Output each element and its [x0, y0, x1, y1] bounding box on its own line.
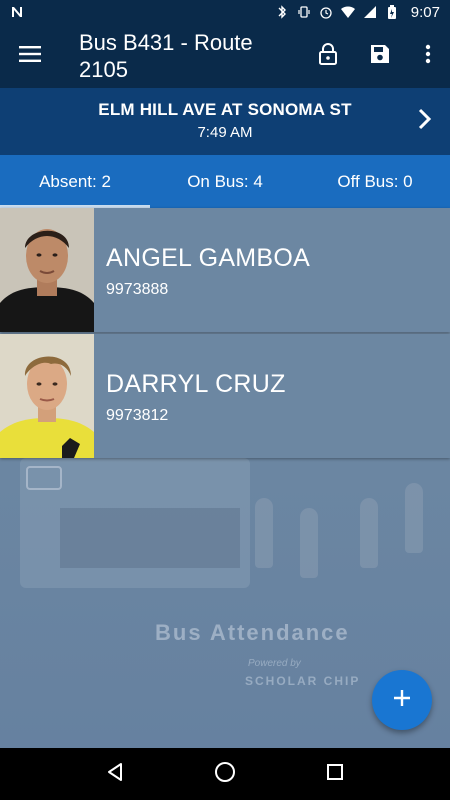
notification-n-icon	[10, 5, 24, 19]
tab-off-bus[interactable]: Off Bus: 0	[300, 155, 450, 208]
alarm-icon	[319, 5, 333, 19]
student-photo	[0, 208, 94, 332]
add-student-button[interactable]	[372, 670, 432, 730]
lock-button[interactable]	[302, 24, 354, 88]
student-id: 9973888	[106, 281, 169, 298]
bus-window-illustration	[60, 508, 240, 568]
student-name: ANGEL GAMBOA	[106, 244, 311, 272]
chevron-right-icon	[418, 108, 432, 135]
bluetooth-icon	[275, 5, 289, 19]
more-options-button[interactable]	[406, 24, 450, 88]
back-button[interactable]	[95, 754, 135, 794]
stop-time: 7:49 AM	[197, 124, 253, 141]
signal-icon	[363, 5, 377, 19]
back-icon	[105, 762, 125, 787]
wifi-icon	[340, 5, 355, 19]
attendance-tabs: Absent: 2 On Bus: 4 Off Bus: 0	[0, 155, 450, 208]
save-icon	[370, 44, 390, 69]
student-silhouette	[360, 498, 378, 568]
tab-on-bus[interactable]: On Bus: 4	[150, 155, 300, 208]
lock-icon	[319, 42, 337, 70]
stop-sign-illustration	[26, 466, 62, 490]
student-silhouette	[300, 508, 318, 578]
vibrate-icon	[297, 5, 311, 19]
recents-icon	[326, 763, 344, 786]
next-stop-button[interactable]	[410, 106, 440, 136]
battery-icon	[385, 5, 399, 19]
tab-absent[interactable]: Absent: 2	[0, 155, 150, 208]
hamburger-menu-icon	[19, 45, 41, 67]
home-button[interactable]	[205, 754, 245, 794]
student-card[interactable]: DARRYL CRUZ 9973812	[0, 334, 450, 458]
student-silhouette	[405, 483, 423, 553]
menu-button[interactable]	[0, 24, 60, 88]
powered-by-text: Powered by	[248, 658, 301, 669]
watermark-text: Bus Attendance	[155, 620, 350, 645]
stop-name: ELM HILL AVE AT SONOMA ST	[98, 100, 352, 119]
recents-button[interactable]	[315, 754, 355, 794]
student-silhouette	[255, 498, 273, 568]
navigation-bar	[0, 748, 450, 800]
student-photo	[0, 334, 94, 458]
status-bar: 9:07	[0, 0, 450, 24]
app-bar: Bus B431 - Route 2105	[0, 24, 450, 88]
save-button[interactable]	[354, 24, 406, 88]
student-name: DARRYL CRUZ	[106, 370, 286, 398]
student-id: 9973812	[106, 407, 169, 424]
stop-banner[interactable]: ELM HILL AVE AT SONOMA ST 7:49 AM	[0, 88, 450, 155]
student-card[interactable]: ANGEL GAMBOA 9973888	[0, 208, 450, 332]
home-icon	[214, 761, 236, 788]
more-vert-icon	[425, 44, 431, 69]
add-icon	[393, 689, 411, 712]
page-title: Bus B431 - Route 2105	[79, 30, 253, 82]
brand-logo: SCHOLAR CHIP	[245, 674, 361, 688]
status-time: 9:07	[410, 3, 440, 21]
